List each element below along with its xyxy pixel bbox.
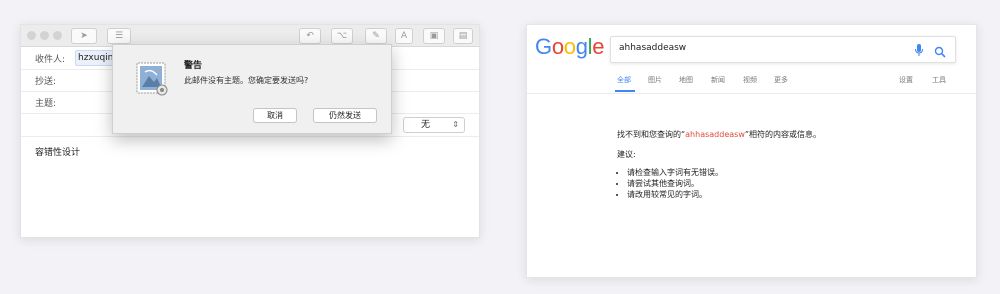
markup-button[interactable]: ✎ xyxy=(365,28,387,44)
close-window-button[interactable] xyxy=(27,31,36,40)
logo-letter: o xyxy=(551,34,564,59)
tab-news[interactable]: 新闻 xyxy=(711,75,725,85)
no-results-message: 找不到和您查询的“ahhasaddeasw”相符的内容或信息。 xyxy=(617,129,821,140)
search-input[interactable]: ahhasaddeasw xyxy=(619,43,686,53)
font-icon: A xyxy=(400,31,408,41)
list-icon: ☰ xyxy=(114,31,124,41)
tab-settings[interactable]: 设置 xyxy=(899,75,913,85)
up-down-chevron-icon: ⇕ xyxy=(452,120,459,129)
photo-icon: ▣ xyxy=(429,31,439,41)
attach-button[interactable]: ⌥ xyxy=(331,28,353,44)
no-results-query: ahhasaddeasw xyxy=(685,130,745,139)
signature-select-value: 无 xyxy=(421,120,431,130)
reply-button[interactable]: ↶ xyxy=(299,28,321,44)
search-icon[interactable] xyxy=(934,43,946,62)
logo-letter: G xyxy=(535,34,552,59)
paperclip-icon: ⌥ xyxy=(336,31,348,41)
suggestions-list: 请检查输入字词有无错误。 请尝试其他查询词。 请改用较常见的字词。 xyxy=(617,167,723,200)
format-button[interactable]: A xyxy=(395,28,413,44)
to-recipient-chip[interactable]: hzxuqin xyxy=(75,50,117,66)
signature-select[interactable]: 无 ⇕ xyxy=(403,117,465,133)
search-box[interactable]: ahhasaddeasw xyxy=(610,36,956,63)
document-icon: ▤ xyxy=(458,31,468,41)
tab-maps[interactable]: 地图 xyxy=(679,75,693,85)
send-button[interactable]: ➤ xyxy=(71,28,97,44)
logo-letter: e xyxy=(592,34,605,59)
header-fields-button[interactable]: ☰ xyxy=(107,28,131,44)
list-item: 请检查输入字词有无错误。 xyxy=(627,167,723,178)
minimize-window-button[interactable] xyxy=(40,31,49,40)
subject-label: 主题: xyxy=(35,99,57,109)
mail-stamp-icon xyxy=(135,61,171,97)
google-logo[interactable]: Google xyxy=(535,34,604,60)
send-anyway-button[interactable]: 仍然发送 xyxy=(313,108,377,123)
logo-letter: g xyxy=(575,34,588,59)
tab-images[interactable]: 图片 xyxy=(648,75,662,85)
to-label: 收件人: xyxy=(35,55,66,65)
paper-plane-icon: ➤ xyxy=(80,31,88,41)
tab-all[interactable]: 全部 xyxy=(617,75,631,85)
zoom-window-button[interactable] xyxy=(53,31,62,40)
microphone-icon[interactable] xyxy=(914,42,924,61)
dialog-title: 警告 xyxy=(184,61,203,71)
active-tab-indicator xyxy=(615,90,635,92)
no-results-prefix: 找不到和您查询的“ xyxy=(617,130,686,139)
cc-label: 抄送: xyxy=(35,77,57,87)
logo-letter: o xyxy=(563,34,576,59)
cancel-button[interactable]: 取消 xyxy=(253,108,297,123)
suggestions-label: 建议: xyxy=(617,150,636,159)
undo-arrow-icon: ↶ xyxy=(306,31,314,41)
dialog-message: 此邮件没有主题。您确定要发送吗? xyxy=(184,76,309,85)
template-button[interactable]: ▤ xyxy=(453,28,473,44)
google-results-window: Google ahhasaddeasw 全部 图片 地图 新闻 视频 更多 设置… xyxy=(526,24,977,278)
tab-more[interactable]: 更多 xyxy=(774,75,788,85)
photo-browser-button[interactable]: ▣ xyxy=(423,28,445,44)
no-results-suffix: ”相符的内容或信息。 xyxy=(744,130,822,139)
tab-tools[interactable]: 工具 xyxy=(932,75,946,85)
search-tabs: 全部 图片 地图 新闻 视频 更多 设置 工具 xyxy=(527,69,976,94)
message-body[interactable]: 容错性设计 xyxy=(35,145,80,158)
pencil-icon: ✎ xyxy=(372,31,380,41)
list-item: 请尝试其他查询词。 xyxy=(627,178,723,189)
warning-dialog: 警告 此邮件没有主题。您确定要发送吗? 取消 仍然发送 xyxy=(112,44,392,134)
tab-videos[interactable]: 视频 xyxy=(743,75,757,85)
list-item: 请改用较常见的字词。 xyxy=(627,189,723,200)
